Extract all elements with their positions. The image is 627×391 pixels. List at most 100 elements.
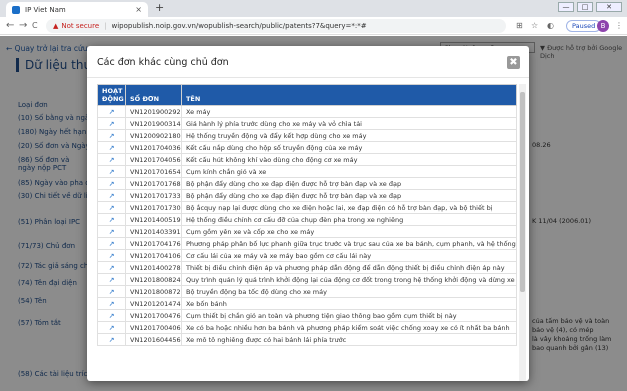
profile-avatar[interactable]: B [597,20,609,32]
table-row: ↗ VN1201704106 Cơ cấu lái của xe máy và xe… [97,249,517,262]
table-row: ↗ VN1201704056 Kết cấu hút không khí vào d… [97,153,517,166]
scrollbar-thumb[interactable] [520,92,525,292]
application-name: Bộ phận đẩy dùng cho xe đạp điện được hỗ… [181,189,517,202]
applicant-applications-modal: Các đơn khác cùng chủ đơn ✖ HOẠT ĐỘNG SỐ… [87,46,529,381]
table-row: ↗ VN1201800872 Bộ truyền động ba tốc độ dù… [97,285,517,298]
star-icon[interactable]: ☆ [531,21,538,30]
paused-label: Paused [572,22,596,30]
table-row: ↗ VN1201400278 Thiết bị điều chỉnh điện áp… [97,261,517,274]
open-link-icon[interactable]: ↗ [97,177,126,190]
open-link-icon[interactable]: ↗ [97,249,126,262]
open-link-icon[interactable]: ↗ [97,129,126,142]
application-name: Cơ cấu lái của xe máy và xe máy bao gồm … [181,249,517,262]
application-name: Giá hành lý phía trước dùng cho xe máy v… [181,117,517,130]
application-name: Hệ thống điều chỉnh cơ cấu đỡ của chụp đ… [181,213,517,226]
application-number: VN1201403391 [125,225,182,238]
table-row: ↗ VN1201701730 Bộ ắcquy nạp lại được dùng … [97,201,517,214]
open-link-icon[interactable]: ↗ [97,225,126,238]
open-link-icon[interactable]: ↗ [97,261,126,274]
table-row: ↗ VN1201201474 Xe bốn bánh [97,297,517,310]
application-name: Cụm thiết bị chắn gió an toàn và phương … [181,309,517,322]
not-secure-label[interactable]: Not secure [61,22,99,30]
application-name: Xe máy [181,105,517,118]
application-number: VN1201704106 [125,249,182,262]
application-number: VN1201800872 [125,285,182,298]
forward-icon[interactable]: → [19,20,27,31]
menu-icon[interactable]: ⋮ [615,21,623,30]
application-number: VN1201704036 [125,141,182,154]
application-name: Bộ ắcquy nạp lại được dùng cho xe điện h… [181,201,517,214]
tab-strip: IP Viet Nam × + — □ ✕ [0,0,627,17]
close-window-button[interactable]: ✕ [596,2,622,12]
open-link-icon[interactable]: ↗ [97,333,126,346]
close-icon[interactable]: ✖ [507,56,520,69]
application-name: Bộ phận đẩy dùng cho xe đạp điện được hỗ… [181,177,517,190]
open-link-icon[interactable]: ↗ [97,141,126,154]
open-link-icon[interactable]: ↗ [97,201,126,214]
open-link-icon[interactable]: ↗ [97,321,126,334]
table-row: ↗ VN1200902180 Hệ thống truyền động và đẩy… [97,129,517,142]
application-name: Phương pháp phân bố lực phanh giữa trục … [181,237,517,250]
table-row: ↗ VN1201700476 Cụm thiết bị chắn gió an to… [97,309,517,322]
open-link-icon[interactable]: ↗ [97,297,126,310]
new-tab-button[interactable]: + [155,1,164,14]
application-number: VN1201701768 [125,177,182,190]
table-row: ↗ VN1201604456 Xe mô tô nghiêng được có ha… [97,333,517,346]
separator: | [104,22,107,30]
table-row: ↗ VN1201700406 Xe có ba hoặc nhiều hơn ba … [97,321,517,334]
translate-icon[interactable]: ⊞ [516,21,523,30]
table-row: ↗ VN1201701733 Bộ phận đẩy dùng cho xe đạp… [97,189,517,202]
address-bar[interactable]: ▲ Not secure | wipopublish.noip.gov.vn/w… [46,19,506,33]
application-number: VN1201400519 [125,213,182,226]
open-link-icon[interactable]: ↗ [97,165,126,178]
open-link-icon[interactable]: ↗ [97,105,126,118]
table-row: ↗ VN1201400519 Hệ thống điều chỉnh cơ cấu … [97,213,517,226]
open-link-icon[interactable]: ↗ [97,285,126,298]
application-name: Cụm gồm yên xe và cốp xe cho xe máy [181,225,517,238]
application-number: VN1201701733 [125,189,182,202]
modal-body: HOẠT ĐỘNG SỐ ĐƠN TÊN ↗ VN1201900292 Xe máy… [97,84,517,381]
application-name: Kết cấu nắp dùng cho hộp số truyền động … [181,141,517,154]
application-number: VN1201400278 [125,261,182,274]
header-number: SỐ ĐƠN [125,84,182,106]
reload-icon[interactable]: C [32,21,38,30]
application-number: VN1201704176 [125,237,182,250]
application-name: Thiết bị điều chỉnh điện áp và phương ph… [181,261,517,274]
modal-scrollbar[interactable] [519,84,526,381]
open-link-icon[interactable]: ↗ [97,213,126,226]
application-name: Cụm kính chắn gió và xe [181,165,517,178]
open-link-icon[interactable]: ↗ [97,237,126,250]
extension-icon[interactable]: ◐ [547,21,554,30]
url-text[interactable]: wipopublish.noip.gov.vn/wopublish-search… [112,22,367,30]
open-link-icon[interactable]: ↗ [97,273,126,286]
tab-close-icon[interactable]: × [135,5,142,14]
application-number: VN1201701654 [125,165,182,178]
header-name: TÊN [181,84,517,106]
table-row: ↗ VN1201701768 Bộ phận đẩy dùng cho xe đạp… [97,177,517,190]
application-number: VN1201700406 [125,321,182,334]
table-row: ↗ VN1201403391 Cụm gồm yên xe và cốp xe ch… [97,225,517,238]
application-number: VN1200902180 [125,129,182,142]
warning-icon: ▲ [53,22,59,30]
open-link-icon[interactable]: ↗ [97,309,126,322]
application-name: Hệ thống truyền động và đẩy kết hợp dùng… [181,129,517,142]
application-number: VN1201700476 [125,309,182,322]
open-link-icon[interactable]: ↗ [97,153,126,166]
table-row: ↗ VN1201800824 Quy trình quản lý quá trình… [97,273,517,286]
table-header-row: HOẠT ĐỘNG SỐ ĐƠN TÊN [97,84,517,106]
application-number: VN1201604456 [125,333,182,346]
browser-tab[interactable]: IP Viet Nam × [6,2,148,17]
application-name: Xe có ba hoặc nhiều hơn ba bánh và phươn… [181,321,517,334]
table-row: ↗ VN1201704176 Phương pháp phân bố lực pha… [97,237,517,250]
minimize-button[interactable]: — [558,2,574,12]
back-icon[interactable]: ← [6,20,14,31]
favicon-icon [12,5,20,14]
open-link-icon[interactable]: ↗ [97,117,126,130]
maximize-button[interactable]: □ [577,2,593,12]
application-number: VN1201900292 [125,105,182,118]
paused-button[interactable]: Paused [566,20,602,32]
open-link-icon[interactable]: ↗ [97,189,126,202]
application-number: VN1201704056 [125,153,182,166]
tab-title: IP Viet Nam [25,5,66,14]
application-name: Xe bốn bánh [181,297,517,310]
